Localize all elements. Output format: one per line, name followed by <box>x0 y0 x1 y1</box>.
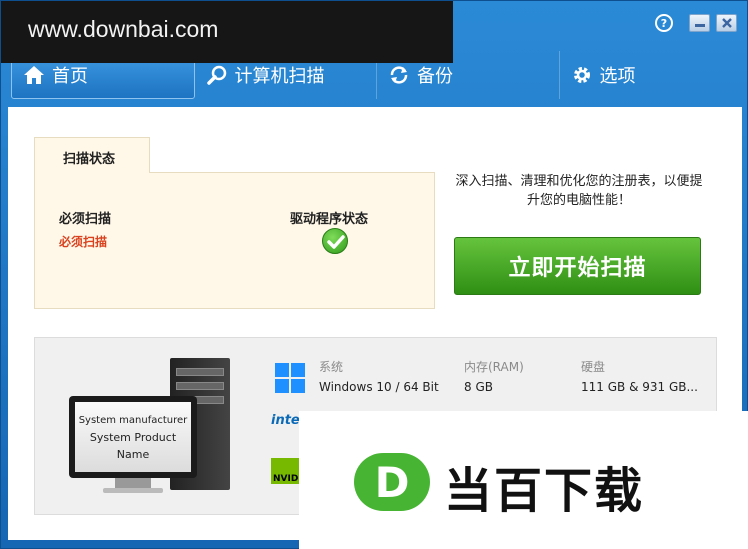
brand-logo-letter: D <box>374 457 410 507</box>
help-icon[interactable]: ? <box>655 14 673 32</box>
close-button[interactable] <box>716 14 737 32</box>
disk-value: 111 GB & 931 GB... <box>581 380 698 394</box>
nav-options-label: 选项 <box>599 66 636 87</box>
drive-bay <box>176 382 224 390</box>
nav-options[interactable]: 选项 <box>560 51 742 99</box>
system-product: System Product <box>89 430 177 444</box>
system-product-name: Name <box>116 447 150 461</box>
checkmark-icon <box>322 228 348 254</box>
search-icon <box>205 63 229 87</box>
ram-label: 内存(RAM) <box>464 360 524 374</box>
brand-name: 当百下载 <box>444 463 645 519</box>
title-controls: ? <box>655 14 737 32</box>
nav-home-label: 首页 <box>52 66 88 87</box>
backup-icon <box>387 63 411 87</box>
scan-status-tab[interactable]: 扫描状态 <box>34 137 150 173</box>
monitor-icon: System manufacturer System Product Name <box>69 396 197 478</box>
drive-bay <box>176 368 224 376</box>
os-spec: 系统 Windows 10 / 64 Bit <box>319 358 439 394</box>
scan-required-heading: 必须扫描 <box>59 212 112 227</box>
watermark-banner: D 当百下载 <box>299 411 748 549</box>
close-icon <box>721 18 732 28</box>
minimize-icon <box>694 24 705 27</box>
minimize-button[interactable] <box>689 14 710 32</box>
monitor-stand <box>115 478 151 488</box>
nav-backup-label: 备份 <box>417 66 453 87</box>
ram-value: 8 GB <box>464 380 493 394</box>
ram-spec: 内存(RAM) 8 GB <box>464 358 524 394</box>
disk-spec: 硬盘 111 GB & 931 GB... <box>581 358 698 394</box>
os-label: 系统 <box>319 360 344 374</box>
scan-description: 深入扫描、清理和优化您的注册表，以便提升您的电脑性能！ <box>455 174 703 208</box>
app-window: www.downbai.com ? 首页 计算机扫描 备份 选项 扫描状态 必须… <box>0 0 748 549</box>
home-icon <box>22 63 46 87</box>
nav-scan-label: 计算机扫描 <box>234 66 325 87</box>
windows-icon <box>275 363 305 393</box>
scan-status-panel: 必须扫描 必须扫描 驱动程序状态 <box>34 172 435 309</box>
os-value: Windows 10 / 64 Bit <box>319 380 439 394</box>
monitor-screen: System manufacturer System Product Name <box>75 402 191 472</box>
gear-icon <box>570 63 594 87</box>
system-manufacturer: System manufacturer <box>78 414 188 426</box>
driver-status-heading: 驱动程序状态 <box>290 212 369 227</box>
monitor-base <box>103 488 163 493</box>
disk-label: 硬盘 <box>581 360 606 374</box>
start-scan-button[interactable]: 立即开始扫描 <box>454 237 701 295</box>
scan-required-value: 必须扫描 <box>59 235 108 249</box>
watermark-url: www.downbai.com <box>1 1 453 63</box>
brand-logo-icon: D <box>354 453 430 511</box>
